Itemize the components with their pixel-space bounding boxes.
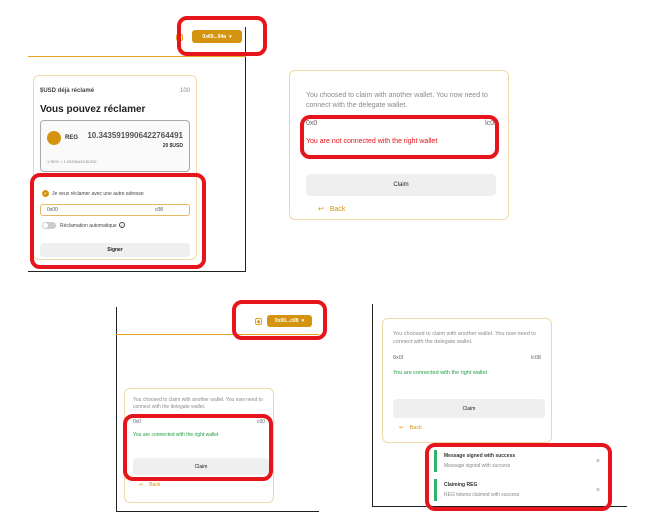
token-symbol: REG (65, 135, 79, 141)
header-divider (28, 56, 246, 57)
claim-button[interactable]: Claim (393, 399, 545, 418)
back-label: Back (329, 205, 346, 213)
claim-usd-value: 20 $USD (162, 143, 183, 149)
token-box: REG 10.3435919906422764491 20 $USD 1 REG… (40, 120, 190, 172)
back-label: Back (409, 425, 422, 431)
highlight-form-p1 (30, 173, 206, 269)
delegate-card: You choosed to claim with another wallet… (382, 318, 552, 443)
claim-button[interactable]: Claim (306, 174, 496, 196)
highlight-toasts-p4 (425, 443, 612, 511)
address-end: lc08 (530, 355, 541, 361)
claim-amount: 10.3435919906422764491 (87, 131, 183, 140)
highlight-status-p2 (300, 115, 499, 159)
back-arrow-icon: ↩ (399, 425, 404, 431)
address-start: 0x0l (393, 355, 404, 361)
delegate-message: You choosed to claim with another wallet… (133, 397, 263, 411)
reg-token-icon (47, 131, 61, 145)
delegate-message: You choosed to claim with another wallet… (393, 331, 536, 345)
highlight-wallet-p3 (232, 300, 327, 340)
back-link[interactable]: ↩ Back (318, 205, 346, 214)
back-label: Back (149, 482, 161, 488)
back-arrow-icon: ↩ (139, 482, 144, 488)
claim-heading: Vous pouvez réclamer (40, 104, 146, 115)
highlight-status-p3 (123, 414, 273, 481)
claimed-label: $USD déjà réclamé (40, 88, 95, 94)
claimed-value: 100 (179, 88, 190, 94)
back-link[interactable]: ↩ Back (399, 425, 422, 431)
highlight-wallet-p1 (177, 16, 267, 56)
delegate-message: You choosed to claim with another wallet… (306, 92, 488, 110)
back-link[interactable]: ↩ Back (139, 482, 160, 488)
back-arrow-icon: ↩ (318, 206, 324, 213)
connection-status: You are connected with the right wallet (393, 370, 487, 376)
exchange-rate: 1 REG = 1.93356428 $USD (47, 159, 97, 164)
